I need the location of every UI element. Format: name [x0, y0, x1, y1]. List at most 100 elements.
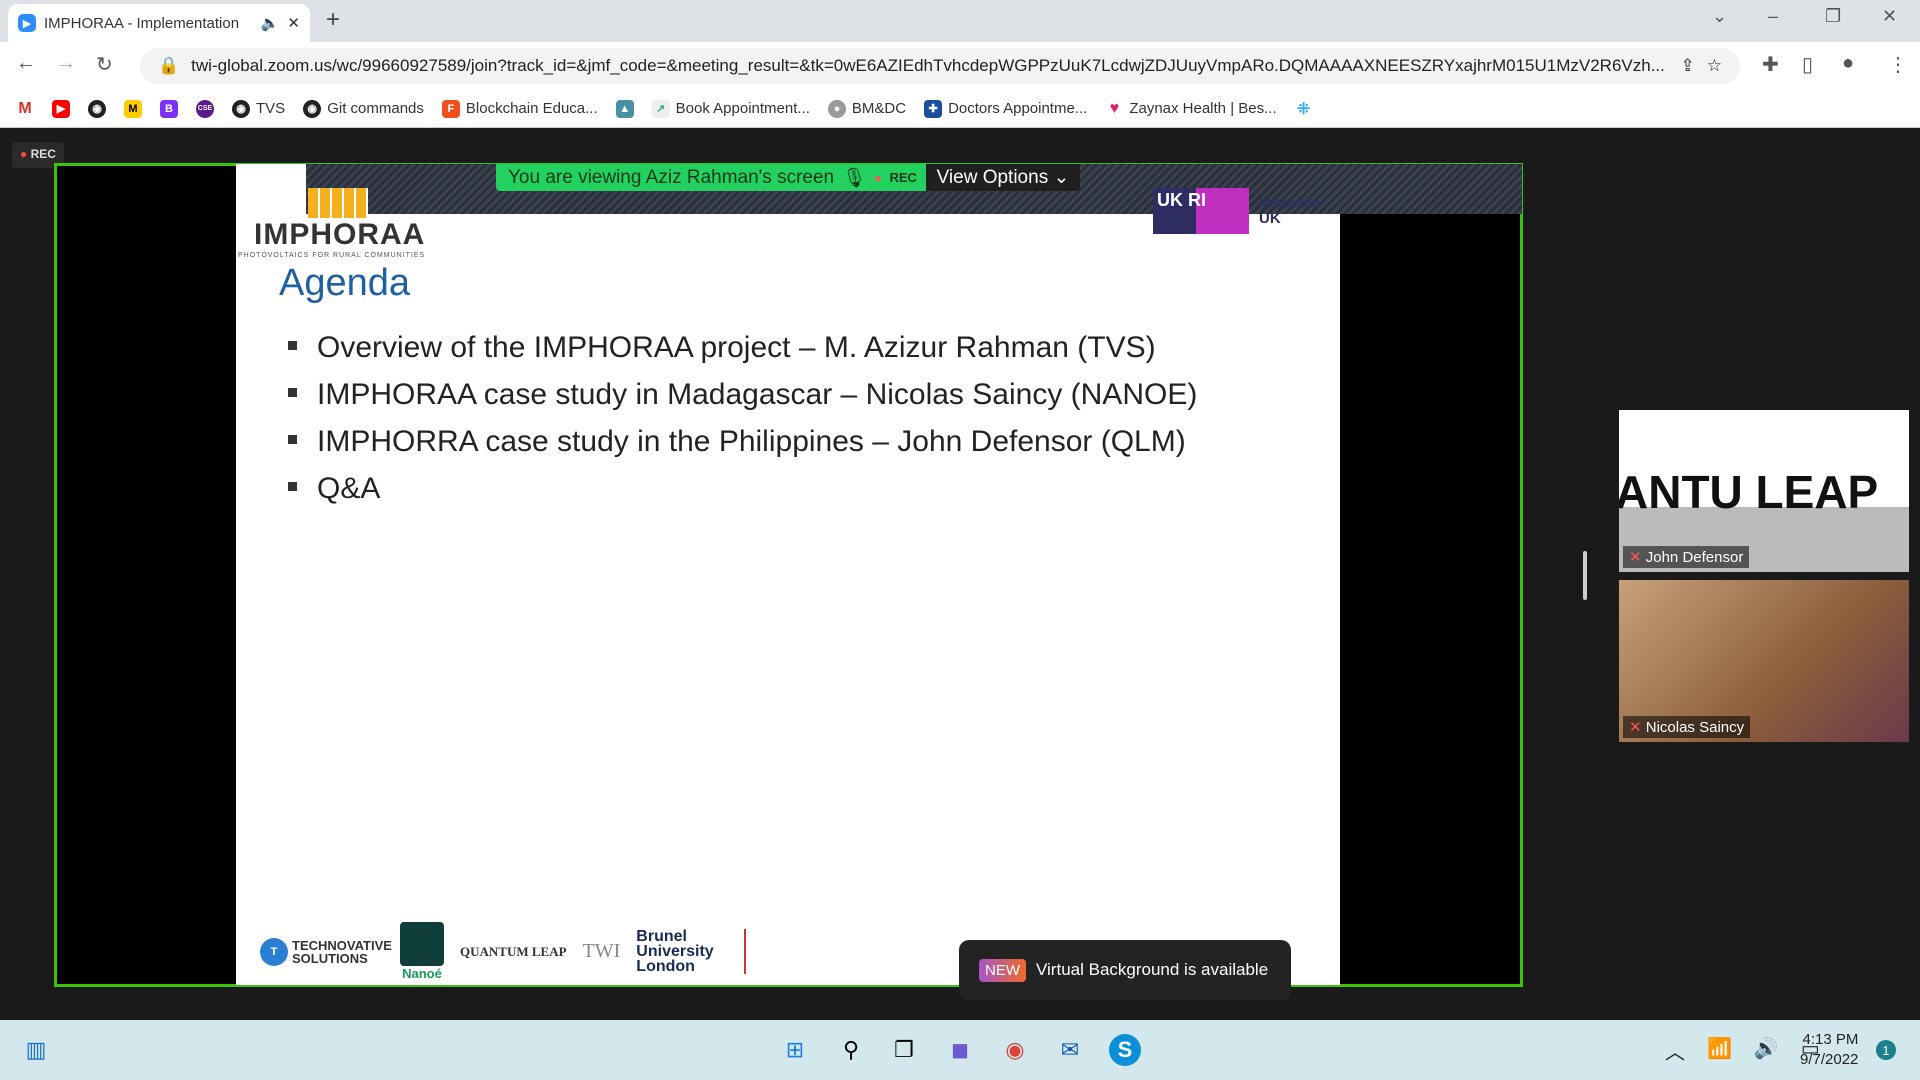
participant-name: ✕ Nicolas Saincy — [1623, 716, 1751, 738]
extensions-icon[interactable]: ✚ — [1762, 52, 1779, 77]
gmail-icon[interactable]: M — [16, 100, 34, 118]
background-text: ANTU LEAP — [1619, 466, 1879, 518]
date: 9/7/2022 — [1800, 1051, 1859, 1068]
tab-bar: ▶ IMPHORAA - Implementation 🔈 ✕ + ⌄ – ❐ … — [0, 0, 1920, 42]
task-view-icon[interactable]: ❐ — [888, 1034, 920, 1066]
chrome-icon[interactable]: ◉ — [999, 1034, 1031, 1066]
partner-name: Nanoé — [402, 966, 442, 981]
gallery-scrollbar[interactable] — [1583, 551, 1587, 600]
imphoraa-logo: IMPHORAA PHOTOVOLTAICS FOR RURAL COMMUNI… — [238, 188, 448, 259]
chevron-up-icon[interactable]: ︿ — [1665, 1036, 1685, 1065]
maximize-button[interactable]: ❐ — [1825, 6, 1841, 27]
solar-panel-icon — [308, 188, 368, 218]
profile-avatar[interactable]: ● — [1842, 52, 1854, 75]
browser-tab[interactable]: ▶ IMPHORAA - Implementation 🔈 ✕ — [8, 4, 310, 42]
bookmark-icon[interactable]: M — [124, 99, 142, 118]
seal-icon: ● — [827, 99, 846, 118]
menu-icon[interactable]: ⋮ — [1888, 52, 1908, 77]
t-icon: T — [260, 937, 288, 966]
participant-name-text: Nicolas Saincy — [1645, 719, 1745, 736]
bookmark-label: Doctors Appointme... — [948, 100, 1088, 117]
widgets-icon[interactable]: ▥ — [20, 1034, 52, 1066]
wifi-icon[interactable]: 📶 — [1707, 1036, 1732, 1065]
agenda-list: Overview of the IMPHORAA project – M. Az… — [288, 324, 1197, 512]
bookmark-git-commands[interactable]: ◉ Git commands — [303, 99, 424, 118]
agenda-item: IMPHORRA case study in the Philippines –… — [288, 418, 1197, 465]
mic-muted-icon: 🎙 — [842, 167, 867, 189]
twi-logo: TWI — [582, 940, 621, 962]
time: 4:13 PM — [1802, 1031, 1859, 1048]
agenda-item: Q&A — [288, 465, 1197, 512]
quantum-leap-logo: QUANTUM LEAP — [460, 944, 567, 959]
innovate-uk-text: Innovate UK — [1259, 194, 1321, 227]
logo-subtitle: PHOTOVOLTAICS FOR RURAL COMMUNITIES — [238, 252, 426, 259]
participant-video-nicolas[interactable]: ✕ Nicolas Saincy — [1619, 580, 1909, 742]
logo-text: IMPHORAA — [254, 218, 426, 251]
bookmark-doctors[interactable]: ✚ Doctors Appointme... — [924, 99, 1088, 118]
rec-label: REC — [30, 147, 56, 161]
share-icon[interactable]: ⇪ — [1681, 56, 1695, 76]
bookmark-label: Blockchain Educa... — [465, 100, 598, 117]
participant-video-john[interactable]: ANTU LEAP ✕ John Defensor — [1619, 410, 1909, 572]
bookmark-zaynax[interactable]: ♥ Zaynax Health | Bes... — [1105, 99, 1277, 118]
url-text: twi-global.zoom.us/wc/99660927589/join?t… — [191, 56, 1665, 75]
view-options-button[interactable]: View Options ⌄ — [926, 164, 1080, 191]
bookmark-label: BM&DC — [851, 100, 907, 117]
chat-icon[interactable]: ◼ — [944, 1034, 976, 1066]
heart-icon: ♥ — [1109, 99, 1120, 117]
github-icon: ◉ — [232, 99, 250, 118]
reload-icon[interactable]: ↻ — [96, 52, 113, 77]
viewing-banner: You are viewing Aziz Rahman's screen 🎙 ●… — [496, 164, 926, 191]
lock-icon: 🔒 — [158, 56, 180, 75]
close-tab-icon[interactable]: ✕ — [287, 14, 300, 32]
forward-icon[interactable]: → — [56, 52, 76, 75]
star-icon[interactable]: ☆ — [1707, 56, 1722, 76]
clock[interactable]: 4:13 PM 9/7/2022 — [1800, 1030, 1858, 1070]
minimize-button[interactable]: – — [1768, 6, 1778, 27]
bookmark-tvs[interactable]: ◉ TVS — [232, 99, 285, 118]
youtube-icon[interactable]: ▶ — [52, 99, 70, 118]
mail-icon[interactable]: ✉ — [1054, 1034, 1086, 1066]
github-icon[interactable]: ◉ — [88, 99, 106, 118]
figma-icon: F — [441, 99, 460, 118]
mic-muted-icon: ✕ — [1629, 719, 1642, 736]
bookmark-bmdc[interactable]: ● BM&DC — [827, 99, 907, 118]
tab-title: IMPHORAA - Implementation — [44, 14, 240, 32]
bookmark-icon[interactable]: ▲ — [615, 99, 634, 118]
bootstrap-icon[interactable]: B — [160, 99, 178, 118]
back-icon[interactable]: ← — [16, 52, 36, 75]
notification-badge[interactable]: 1 — [1876, 1040, 1896, 1060]
banner-rec: REC — [889, 170, 917, 185]
virtual-background-toast[interactable]: NEW Virtual Background is available — [959, 940, 1291, 1000]
mic-muted-icon: ✕ — [1629, 549, 1642, 566]
partner-name: TECHNOVATIVE SOLUTIONS — [292, 937, 392, 966]
rec-dot-icon: ● — [874, 170, 882, 185]
search-icon[interactable]: ⚲ — [835, 1034, 867, 1066]
technovative-logo: T TECHNOVATIVE SOLUTIONS — [260, 937, 392, 966]
bookmark-label: Book Appointment... — [675, 100, 810, 117]
close-window-button[interactable]: ✕ — [1882, 6, 1897, 27]
start-icon[interactable]: ⊞ — [779, 1034, 811, 1066]
partner-logos: T TECHNOVATIVE SOLUTIONS Nanoé QUANTUM LE… — [260, 922, 747, 981]
participant-name-text: John Defensor — [1645, 549, 1744, 566]
speaker-icon[interactable]: 🔈 — [261, 14, 280, 32]
bookmark-label: Zaynax Health | Bes... — [1129, 100, 1277, 117]
toast-text: Virtual Background is available — [1036, 960, 1269, 979]
bookmark-blockchain[interactable]: F Blockchain Educa... — [441, 99, 598, 118]
tab-search-icon[interactable]: ⌄ — [1712, 6, 1727, 27]
zoom-icon: ▶ — [18, 14, 36, 32]
skype-icon[interactable]: S — [1109, 1034, 1141, 1066]
medical-cross-icon: ✚ — [924, 99, 943, 118]
bookmark-book-appointment[interactable]: ↗ Book Appointment... — [651, 99, 810, 118]
nanoe-logo: Nanoé — [400, 922, 444, 981]
new-tab-button[interactable]: + — [326, 6, 340, 34]
ukri-mark: UK RI — [1153, 188, 1249, 234]
side-panel-icon[interactable]: ▯ — [1802, 52, 1813, 77]
cse-icon[interactable]: CSE — [196, 99, 214, 118]
volume-icon[interactable]: 🔊 — [1754, 1036, 1779, 1065]
chevron-down-icon: ⌄ — [1053, 167, 1070, 188]
slide-title: Agenda — [279, 262, 411, 304]
address-bar[interactable]: 🔒 twi-global.zoom.us/wc/99660927589/join… — [140, 48, 1740, 84]
agenda-item: Overview of the IMPHORAA project – M. Az… — [288, 324, 1197, 371]
bookmark-icon[interactable]: ⁜ — [1295, 100, 1313, 118]
